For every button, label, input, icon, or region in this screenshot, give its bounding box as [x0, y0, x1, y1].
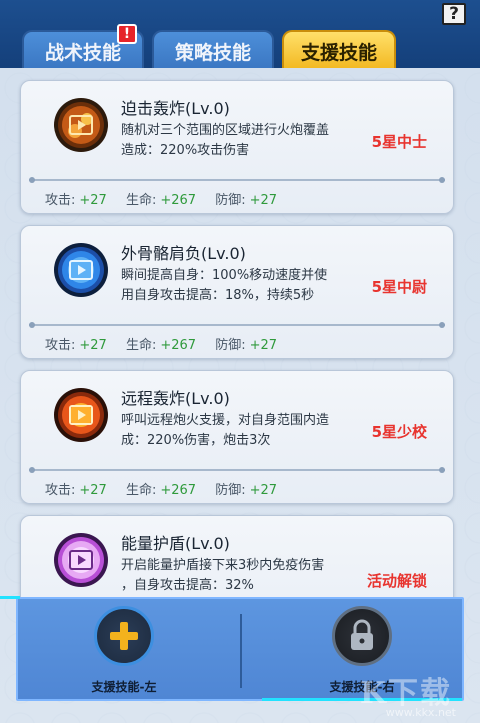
notification-badge: !: [117, 24, 137, 44]
slot-support-left[interactable]: 支援技能-左: [74, 606, 174, 698]
skill-description-line: 用自身攻击提高：18%，持续5秒: [121, 288, 315, 303]
defense-stat: 防御: +27: [215, 334, 277, 353]
skill-name: 能量护盾(Lv.0): [121, 534, 230, 553]
skill-description: 瞬间提高自身：100%移动速度并使 用自身攻击提高：18%，持续5秒: [121, 266, 361, 306]
divider: [29, 177, 445, 183]
stat-value: +27: [249, 338, 278, 353]
skill-description-line: 开启能量护盾接下来3秒内免疫伤害: [121, 558, 325, 573]
stat-label: 防御:: [215, 193, 246, 208]
attack-stat: 攻击: +27: [45, 479, 107, 498]
plus-icon[interactable]: [94, 606, 154, 666]
skill-description: 开启能量护盾接下来3秒内免疫伤害 ，自身攻击提高：32%: [121, 556, 361, 596]
stat-value: +27: [79, 338, 107, 353]
skill-name: 远程轰炸(Lv.0): [121, 389, 230, 408]
stat-value: +267: [160, 193, 197, 208]
skill-name: 迫击轰炸(Lv.0): [121, 99, 230, 118]
skill-card[interactable]: 外骨骼肩负(Lv.0) 瞬间提高自身：100%移动速度并使 用自身攻击提高：18…: [20, 225, 454, 359]
stat-label: 防御:: [215, 338, 246, 353]
skill-name: 外骨骼肩负(Lv.0): [121, 244, 246, 263]
accent-line: [0, 596, 20, 599]
skill-description-line: 随机对三个范围的区域进行火炮覆盖: [121, 123, 330, 138]
energy-shield-icon: [53, 532, 109, 588]
stat-value: +267: [160, 338, 197, 353]
help-button[interactable]: ?: [442, 3, 466, 25]
unlock-rank: 5星中尉: [371, 278, 427, 296]
attack-stat: 攻击: +27: [45, 189, 107, 208]
stat-bonuses: 攻击: +27 生命: +267 防御: +27: [45, 479, 292, 498]
tab-strategy-skills[interactable]: 策略技能: [152, 30, 274, 70]
slot-label: 支援技能-左: [91, 680, 157, 694]
skill-description-line: 呼叫远程炮火支援，对自身范围内造: [121, 413, 330, 428]
stat-label: 攻击:: [45, 193, 76, 208]
stat-value: +27: [79, 483, 107, 498]
skill-description-line: 瞬间提高自身：100%移动速度并使: [121, 268, 328, 283]
skill-description: 呼叫远程炮火支援，对自身范围内造 成：220%伤害，炮击3次: [121, 411, 361, 451]
stat-label: 攻击:: [45, 338, 76, 353]
watermark-url: www.kkx.net: [385, 706, 456, 719]
hp-stat: 生命: +267: [126, 189, 196, 208]
stat-value: +267: [160, 483, 197, 498]
stat-label: 生命:: [125, 193, 157, 208]
skill-description-line: ，自身攻击提高：32%: [121, 578, 254, 593]
stat-value: +27: [249, 193, 278, 208]
lock-icon: [332, 606, 392, 666]
tab-support-skills[interactable]: 支援技能: [282, 30, 396, 70]
stat-label: 防御:: [215, 483, 246, 498]
skill-description-line: 成：220%伤害，炮击3次: [121, 433, 271, 448]
stat-bonuses: 攻击: +27 生命: +267 防御: +27: [45, 334, 292, 353]
defense-stat: 防御: +27: [215, 189, 277, 208]
skill-description-line: 造成：220%攻击伤害: [121, 143, 250, 158]
unlock-rank: 5星中士: [371, 133, 427, 151]
stat-bonuses: 攻击: +27 生命: +267 防御: +27: [45, 189, 292, 208]
exoskeleton-icon: [53, 242, 109, 298]
stat-value: +27: [249, 483, 278, 498]
divider: [29, 322, 445, 328]
hp-stat: 生命: +267: [126, 479, 196, 498]
stat-label: 攻击:: [45, 483, 76, 498]
hp-stat: 生命: +267: [126, 334, 196, 353]
attack-stat: 攻击: +27: [45, 334, 107, 353]
stat-value: +27: [79, 193, 107, 208]
artillery-icon: [53, 97, 109, 153]
stat-label: 生命:: [125, 338, 157, 353]
defense-stat: 防御: +27: [215, 479, 277, 498]
skill-card[interactable]: 远程轰炸(Lv.0) 呼叫远程炮火支援，对自身范围内造 成：220%伤害，炮击3…: [20, 370, 454, 504]
skill-card[interactable]: 迫击轰炸(Lv.0) 随机对三个范围的区域进行火炮覆盖 造成：220%攻击伤害 …: [20, 80, 454, 214]
unlock-rank: 活动解锁: [366, 572, 427, 590]
slot-divider: [240, 614, 242, 688]
skill-description: 随机对三个范围的区域进行火炮覆盖 造成：220%攻击伤害: [121, 121, 361, 161]
stat-label: 生命:: [125, 483, 157, 498]
unlock-rank: 5星少校: [371, 423, 427, 441]
bombardment-icon: [53, 387, 109, 443]
divider: [29, 467, 445, 473]
